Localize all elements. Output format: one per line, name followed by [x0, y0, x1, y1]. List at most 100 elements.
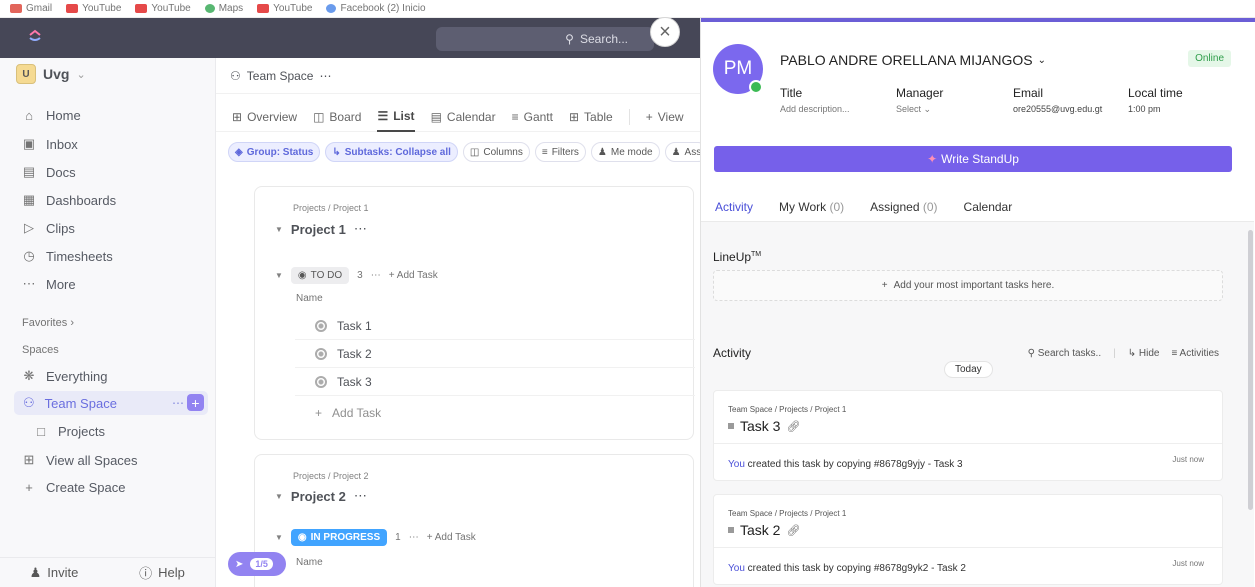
task-title[interactable]: Task 3 🔗︎	[728, 418, 800, 434]
maps-icon	[204, 4, 215, 13]
search-tasks-input[interactable]: ⚲ Search tasks..	[1028, 348, 1101, 359]
more-options-icon[interactable]: ⋯	[354, 221, 367, 237]
more-options-icon[interactable]: ⋯	[172, 396, 184, 410]
task-path[interactable]: Team Space / Projects / Project 1	[728, 509, 846, 518]
activity-time: Just now	[1172, 455, 1204, 464]
hide-button[interactable]: ↳ Hide	[1128, 348, 1160, 359]
caret-down-icon[interactable]: ▼	[275, 533, 283, 542]
bookmark-maps[interactable]: Maps	[204, 3, 243, 14]
status-radio-icon[interactable]	[315, 375, 327, 388]
youtube-icon	[135, 4, 148, 13]
sidebar-item-team-space[interactable]: ⚇ Team Space ⋯ +	[14, 391, 208, 415]
global-search[interactable]: ⚲ Search...	[436, 27, 654, 51]
task-path[interactable]: Team Space / Projects / Project 1	[728, 405, 846, 414]
sparkle-icon: ✦	[927, 152, 938, 166]
team-icon: ⚇	[23, 395, 35, 410]
sidebar-item-clips[interactable]: ▷ Clips	[22, 220, 75, 236]
link-icon[interactable]: 🔗︎	[786, 420, 800, 433]
bookmark-youtube[interactable]: YouTube	[66, 3, 121, 14]
sidebar-item-view-all-spaces[interactable]: ⊞ View all Spaces	[22, 452, 138, 468]
write-standup-button[interactable]: ✦ Write StandUp	[714, 146, 1232, 172]
profile-name[interactable]: PABLO ANDRE ORELLANA MIJANGOS ⌄	[780, 52, 1046, 68]
project-path[interactable]: Projects / Project 1	[293, 203, 369, 213]
me-mode-chip[interactable]: ♟ Me mode	[590, 142, 660, 162]
project-path[interactable]: Projects / Project 2	[293, 471, 369, 481]
launcher-button[interactable]: ➤ 1/5	[228, 552, 286, 576]
invite-button[interactable]: ♟ Invite	[0, 565, 108, 581]
tab-board[interactable]: ◫ Board	[313, 102, 361, 132]
tab-table[interactable]: ⊞ Table	[569, 102, 613, 132]
tab-list[interactable]: ☰ List	[377, 102, 415, 132]
caret-down-icon[interactable]: ▼	[275, 271, 283, 280]
tab-overview[interactable]: ⊞ Overview	[232, 102, 297, 132]
add-task-row[interactable]: + Add Task	[315, 406, 381, 420]
panel-scrollbar[interactable]	[1248, 230, 1253, 510]
rocket-icon: ➤	[235, 558, 244, 570]
space-title[interactable]: Team Space	[247, 69, 314, 83]
sidebar-item-inbox[interactable]: ▣ Inbox	[22, 136, 78, 152]
project-title[interactable]: ▼ Project 2 ⋯	[275, 488, 367, 504]
table-row[interactable]: Task 3	[295, 368, 695, 396]
status-group-header: ▼ ◉ TO DO 3 ⋯ + Add Task	[275, 267, 438, 284]
sidebar-item-more[interactable]: ⋯ More	[22, 276, 76, 292]
search-icon: ⚲	[565, 32, 574, 46]
bookmark-gmail[interactable]: Gmail	[10, 3, 52, 14]
link-icon[interactable]: 🔗︎	[786, 524, 800, 537]
activities-filter-button[interactable]: ≡ Activities	[1171, 348, 1219, 359]
sidebar-item-create-space[interactable]: + Create Space	[22, 480, 125, 495]
more-options-icon[interactable]: ⋯	[319, 69, 331, 83]
more-options-icon[interactable]: ⋯	[409, 532, 419, 543]
sidebar-item-everything[interactable]: ❋ Everything	[22, 368, 108, 384]
bookmark-facebook[interactable]: Facebook (2) Inicio	[326, 3, 426, 14]
timer-icon: ◷	[23, 248, 35, 263]
activity-card[interactable]: Team Space / Projects / Project 1 Task 2…	[713, 494, 1223, 585]
manager-field[interactable]: Manager Select ⌄	[896, 86, 943, 115]
bookmark-youtube[interactable]: YouTube	[135, 3, 191, 14]
activity-card[interactable]: Team Space / Projects / Project 1 Task 3…	[713, 390, 1223, 481]
status-badge[interactable]: ◉ TO DO	[290, 267, 350, 284]
add-task-button[interactable]: + Add Task	[427, 532, 476, 543]
activity-text: You created this task by copying #8678g9…	[728, 459, 963, 470]
add-view-button[interactable]: + View	[646, 102, 684, 132]
local-time-field: Local time 1:00 pm	[1128, 86, 1183, 114]
sidebar-item-projects[interactable]: □ Projects	[34, 424, 105, 439]
clickup-logo-icon[interactable]	[28, 29, 42, 43]
status-radio-icon[interactable]	[315, 347, 327, 360]
more-options-icon[interactable]: ⋯	[371, 270, 381, 281]
sidebar-item-timesheets[interactable]: ◷ Timesheets	[22, 248, 112, 264]
add-task-button[interactable]: + Add Task	[389, 270, 438, 281]
bookmark-youtube[interactable]: YouTube	[257, 3, 312, 14]
add-to-space-button[interactable]: +	[187, 394, 204, 411]
layers-icon: ◈	[235, 146, 243, 158]
facebook-icon	[326, 4, 337, 13]
add-lineup-task-button[interactable]: + Add your most important tasks here.	[713, 270, 1223, 301]
filter-bar: ◈ Group: Status ↳ Subtasks: Collapse all ◫…	[228, 142, 700, 162]
sidebar-item-docs[interactable]: ▤ Docs	[22, 164, 76, 180]
tab-calendar[interactable]: ▤ Calendar	[431, 102, 496, 132]
more-options-icon[interactable]: ⋯	[354, 488, 367, 504]
plus-icon: +	[315, 406, 323, 420]
sidebar-item-home[interactable]: ⌂ Home	[22, 108, 81, 123]
title-field[interactable]: Title Add description...	[780, 86, 850, 114]
assignee-chip[interactable]: ♟ Ass	[664, 142, 700, 162]
help-button[interactable]: ⓘ Help	[108, 563, 216, 582]
subtasks-chip[interactable]: ↳ Subtasks: Collapse all	[325, 142, 458, 162]
table-row[interactable]: Task 2	[295, 340, 695, 368]
filters-chip[interactable]: ≡ Filters	[534, 142, 586, 162]
panel-accent-bar	[701, 18, 1255, 22]
youtube-icon	[257, 4, 270, 13]
group-by-chip[interactable]: ◈ Group: Status	[228, 142, 321, 162]
team-icon: ⚇	[230, 68, 241, 83]
sidebar-item-dashboards[interactable]: ▦ Dashboards	[22, 192, 116, 208]
status-badge[interactable]: ◉ IN PROGRESS	[290, 529, 388, 546]
close-panel-button[interactable]: ×	[650, 17, 680, 47]
favorites-section[interactable]: Favorites ›	[22, 317, 74, 329]
status-radio-icon[interactable]	[315, 319, 327, 332]
task-title[interactable]: Task 2 🔗︎	[728, 522, 800, 538]
table-row[interactable]: Task 1	[295, 312, 695, 340]
plus-icon: +	[25, 480, 33, 495]
tab-gantt[interactable]: ≡ Gantt	[512, 102, 553, 132]
workspace-switcher[interactable]: U Uvg ⌄	[16, 64, 86, 84]
columns-chip[interactable]: ◫ Columns	[462, 142, 530, 162]
project-title[interactable]: ▼ Project 1 ⋯	[275, 221, 367, 237]
